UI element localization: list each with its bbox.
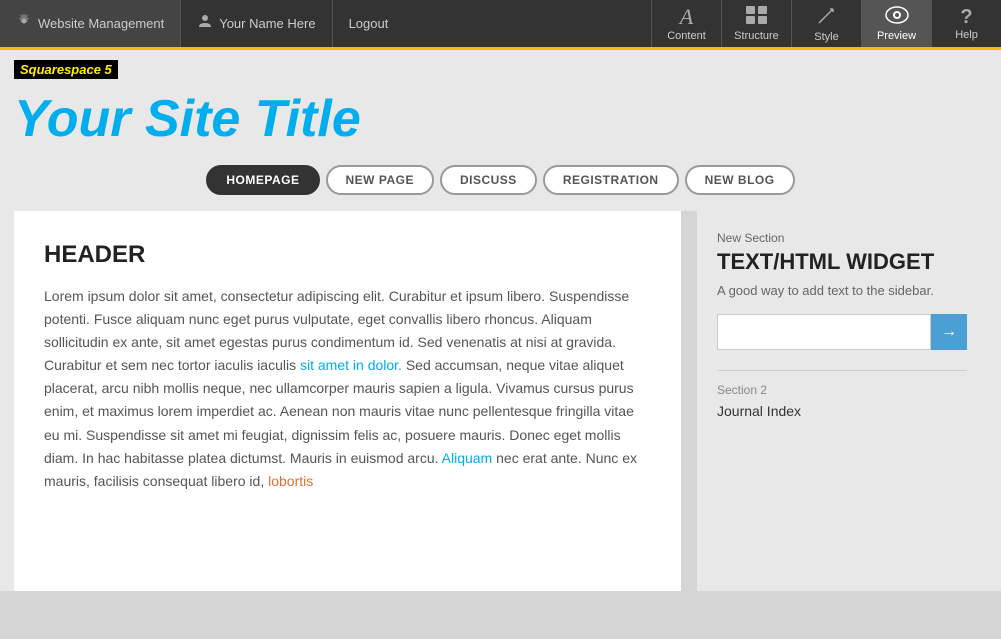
- sidebar-widget-title: TEXT/HTML WIDGET: [717, 249, 967, 275]
- tool-structure-label: Structure: [734, 30, 779, 42]
- tab-new-page[interactable]: NEW PAGE: [326, 165, 434, 195]
- tool-preview-label: Preview: [877, 30, 916, 42]
- top-bar: Website Management Your Name Here Logout…: [0, 0, 1001, 50]
- tab-new-blog[interactable]: NEW BLOG: [685, 165, 795, 195]
- tool-help-label: Help: [955, 29, 978, 41]
- highlight-blue-1: sit amet in dolor.: [300, 357, 402, 373]
- logout-item[interactable]: Logout: [333, 0, 405, 47]
- tool-content[interactable]: A Content: [651, 0, 721, 47]
- tool-style[interactable]: Style: [791, 0, 861, 47]
- nav-tabs: HOMEPAGE NEW PAGE DISCUSS REGISTRATION N…: [14, 165, 987, 195]
- logout-label: Logout: [349, 16, 389, 31]
- sidebar-divider: [717, 370, 967, 371]
- preview-icon: [885, 6, 909, 28]
- tool-content-label: Content: [667, 30, 706, 42]
- website-management-label: Website Management: [38, 16, 164, 31]
- content-icon: A: [680, 6, 693, 28]
- squarespace-badge: Squarespace 5: [14, 60, 118, 79]
- website-management-item[interactable]: Website Management: [0, 0, 181, 47]
- content-header: HEADER: [44, 241, 651, 269]
- site-area: Squarespace 5 Your Site Title HOMEPAGE N…: [0, 50, 1001, 591]
- content-left: HEADER Lorem ipsum dolor sit amet, conse…: [14, 211, 681, 591]
- content-body: Lorem ipsum dolor sit amet, consectetur …: [44, 285, 651, 493]
- top-bar-right: A Content Structure: [651, 0, 1001, 47]
- gear-icon: [16, 13, 32, 34]
- highlight-blue-2: Aliquam: [442, 450, 493, 466]
- arrow-right-icon: →: [941, 323, 957, 341]
- main-content: HEADER Lorem ipsum dolor sit amet, conse…: [14, 211, 987, 591]
- tab-registration[interactable]: REGISTRATION: [543, 165, 679, 195]
- tab-homepage[interactable]: HOMEPAGE: [206, 165, 319, 195]
- user-icon: [197, 13, 213, 34]
- site-title: Your Site Title: [14, 89, 987, 149]
- tool-preview[interactable]: Preview: [861, 0, 931, 47]
- sidebar-search-input[interactable]: [717, 314, 931, 350]
- style-icon: [817, 5, 837, 29]
- user-name-label: Your Name Here: [219, 16, 315, 31]
- tool-structure[interactable]: Structure: [721, 0, 791, 47]
- sidebar-section2-label: Section 2: [717, 383, 967, 397]
- help-icon: ?: [960, 7, 972, 27]
- content-right: New Section TEXT/HTML WIDGET A good way …: [697, 211, 987, 591]
- content-gap: [681, 211, 697, 591]
- tab-discuss[interactable]: DISCUSS: [440, 165, 537, 195]
- body-text: Lorem ipsum dolor sit amet, consectetur …: [44, 288, 637, 489]
- sidebar-search-button[interactable]: →: [931, 314, 967, 350]
- user-name-item[interactable]: Your Name Here: [181, 0, 332, 47]
- highlight-orange-1: lobortis: [268, 473, 313, 489]
- structure-icon: [746, 6, 768, 28]
- sidebar-journal-index-link[interactable]: Journal Index: [717, 403, 967, 419]
- top-bar-left: Website Management Your Name Here Logout: [0, 0, 404, 47]
- tool-style-label: Style: [814, 31, 838, 43]
- sidebar-input-row: →: [717, 314, 967, 350]
- tool-help[interactable]: ? Help: [931, 0, 1001, 47]
- sidebar-widget-desc: A good way to add text to the sidebar.: [717, 283, 967, 298]
- sidebar-section1-label: New Section: [717, 231, 967, 245]
